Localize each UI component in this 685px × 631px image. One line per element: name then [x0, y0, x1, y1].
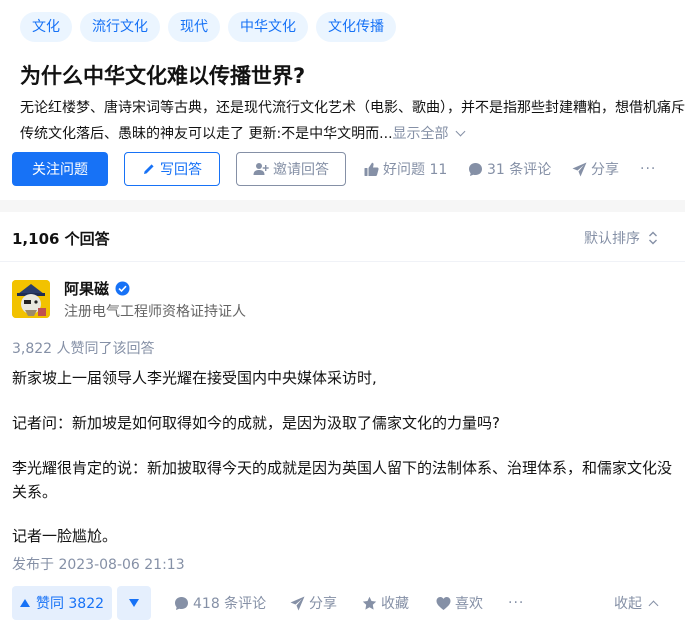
invite-answer-label: 邀请回答: [273, 162, 329, 178]
question-comments-button[interactable]: 31 条评论: [468, 152, 551, 186]
heart-icon: [436, 596, 451, 610]
question-share-button[interactable]: 分享: [572, 152, 619, 186]
collect-button[interactable]: 收藏: [362, 586, 409, 620]
write-answer-button[interactable]: 写回答: [124, 152, 220, 186]
paper-plane-icon: [572, 162, 587, 176]
collapse-label: 收起: [614, 596, 642, 612]
publish-time[interactable]: 发布于 2023-08-06 21:13: [12, 554, 185, 574]
answer-share-label: 分享: [309, 596, 337, 612]
upvote-count-text: 3,822 人赞同了该回答: [12, 341, 155, 357]
answer-paragraph: 记者问：新加坡是如何取得如今的成就，是因为汲取了儒家文化的力量吗?: [12, 414, 500, 432]
sort-dropdown[interactable]: 默认排序: [584, 228, 658, 248]
author-headline: 注册电气工程师资格证持证人: [64, 304, 246, 320]
question-share-label: 分享: [591, 162, 619, 178]
star-icon: [362, 596, 377, 610]
comment-icon: [469, 162, 482, 176]
good-question-button[interactable]: 好问题 11: [364, 152, 447, 186]
question-title[interactable]: 为什么中华文化难以传播世界?: [20, 60, 305, 90]
downvote-button[interactable]: [117, 586, 151, 620]
chevron-up-icon: [648, 600, 659, 610]
answer-more-button[interactable]: ···: [508, 586, 524, 620]
follow-question-button[interactable]: 关注问题: [12, 152, 108, 186]
topic-tag[interactable]: 文化传播: [316, 12, 396, 42]
avatar[interactable]: [12, 280, 50, 318]
sort-toggle-icon: [649, 231, 657, 245]
good-question-label: 好问题 11: [383, 162, 448, 178]
comment-icon: [175, 596, 188, 610]
answer-comments-label: 418 条评论: [193, 596, 267, 612]
topic-tags: 文化 流行文化 现代 中华文化 文化传播: [20, 12, 396, 42]
triangle-up-icon: [19, 599, 30, 607]
invite-answer-button[interactable]: 邀请回答: [236, 152, 346, 186]
answer-share-button[interactable]: 分享: [290, 586, 337, 620]
upvote-button[interactable]: 赞同 3822: [12, 586, 112, 620]
topic-tag[interactable]: 中华文化: [228, 12, 308, 42]
collect-label: 收藏: [381, 596, 409, 612]
topic-tag[interactable]: 流行文化: [80, 12, 160, 42]
answers-section: 1,106 个回答 默认排序 阿果磁 注册电气工程师资格证持证人 3,822 人…: [0, 212, 685, 631]
write-answer-label: 写回答: [160, 162, 202, 178]
answer-comments-button[interactable]: 418 条评论: [174, 586, 266, 620]
topic-tag[interactable]: 现代: [168, 12, 220, 42]
add-user-icon: [253, 163, 269, 175]
upvote-label: 赞同 3822: [35, 596, 105, 612]
chevron-down-icon[interactable]: [455, 126, 465, 137]
topic-tag[interactable]: 文化: [20, 12, 72, 42]
thumbs-up-icon: [364, 162, 379, 176]
pirate-avatar-icon: [12, 280, 50, 318]
question-header: 文化 流行文化 现代 中华文化 文化传播 为什么中华文化难以传播世界? 无论红楼…: [0, 0, 685, 200]
question-excerpt-text: 无论红楼梦、唐诗宋词等古典，还是现代流行文化艺术（电影、歌曲），并不是指那些封建…: [20, 100, 685, 142]
answer-paragraph: 记者一脸尴尬。: [12, 527, 118, 545]
pencil-icon: [144, 164, 154, 174]
question-more-button[interactable]: ···: [640, 152, 656, 186]
collapse-button[interactable]: 收起: [614, 586, 659, 620]
answer-count: 1,106 个回答: [12, 230, 110, 248]
question-excerpt: 无论红楼梦、唐诗宋词等古典，还是现代流行文化艺术（电影、歌曲），并不是指那些封建…: [20, 95, 685, 147]
show-all-link[interactable]: 显示全部: [393, 126, 449, 142]
sort-label: 默认排序: [584, 231, 640, 247]
triangle-down-icon: [129, 599, 139, 607]
answer-paragraph: 李光耀很肯定的说：新加披取得今天的成就是因为英国人留下的法制体系、治理体系，和儒…: [12, 459, 673, 501]
answers-header: 1,106 个回答 默认排序: [0, 212, 685, 262]
like-button[interactable]: 喜欢: [436, 586, 483, 620]
verified-badge-icon: [115, 281, 130, 296]
author-name[interactable]: 阿果磁: [64, 278, 130, 299]
answer-paragraph: 新家坡上一届领导人李光耀在接受国内中央媒体采访时,: [12, 369, 377, 387]
like-label: 喜欢: [455, 596, 483, 612]
author-name-text: 阿果磁: [64, 280, 110, 298]
paper-plane-icon: [290, 596, 305, 610]
question-comments-label: 31 条评论: [487, 162, 552, 178]
